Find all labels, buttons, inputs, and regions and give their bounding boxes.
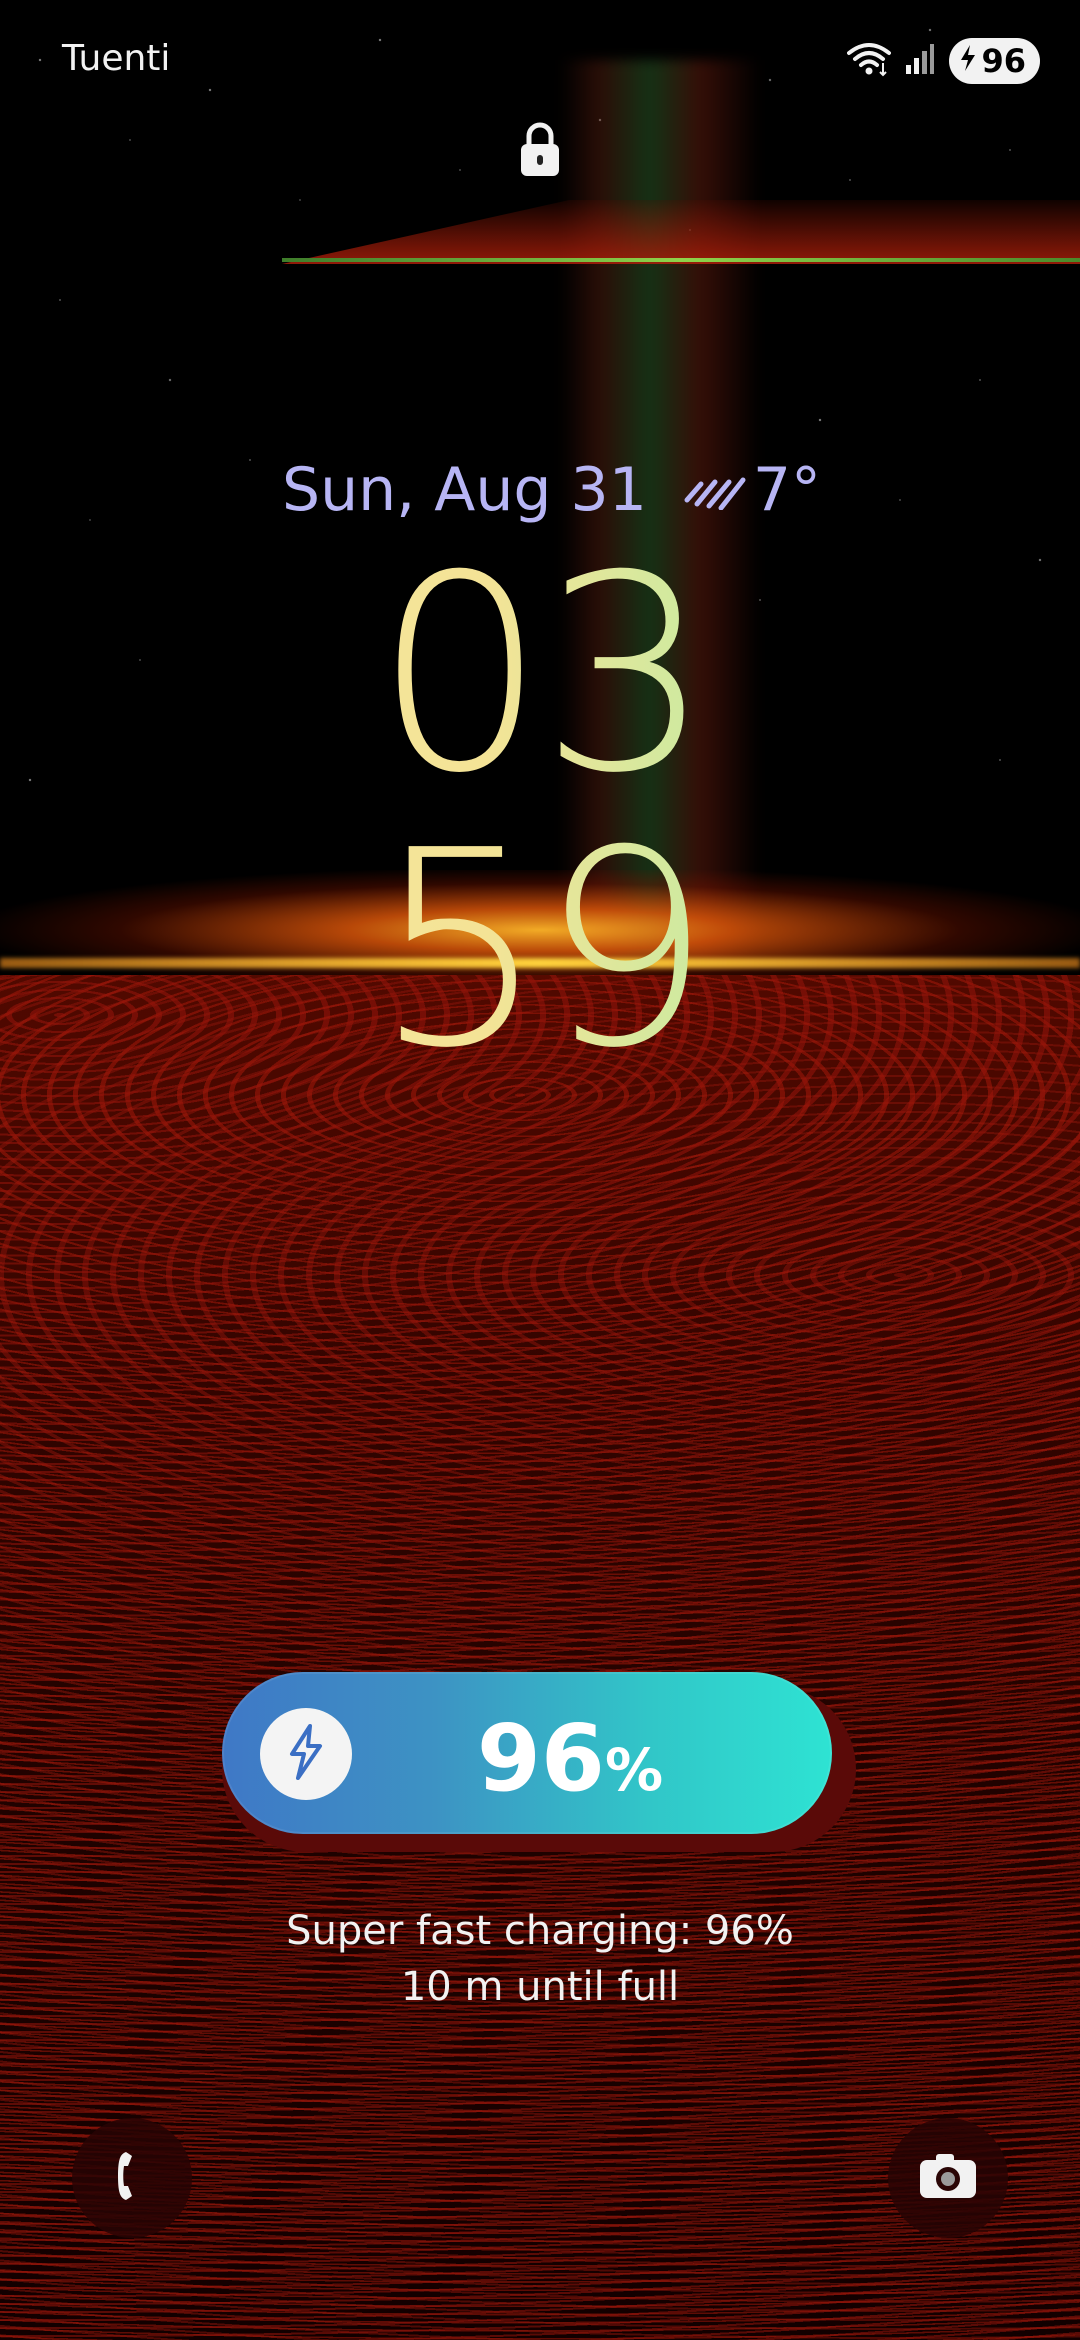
temperature-text: 7° (752, 455, 822, 525)
clock-hours[interactable]: 03 (0, 540, 1080, 810)
battery-indicator: 96 (949, 38, 1040, 84)
charging-bolt-icon (284, 1724, 328, 1784)
lock-screen: Tuenti 96 Sun, Aug 31 7° 03 59 96% Super… (0, 0, 1080, 2340)
wallpaper-spaceship-edge (282, 258, 1080, 262)
camera-shortcut-button[interactable] (888, 2118, 1008, 2238)
charging-bolt-badge (260, 1708, 352, 1800)
date-text: Sun, Aug 31 (282, 455, 647, 525)
rain-icon (683, 455, 747, 525)
charge-percent-unit: % (604, 1736, 664, 1804)
charging-time-remaining: 10 m until full (400, 1964, 680, 2010)
status-icons: 96 (847, 38, 1040, 84)
battery-level-text: 96 (981, 42, 1026, 80)
charging-status-text: Super fast charging: 96% (286, 1908, 794, 1954)
carrier-name: Tuenti (62, 38, 171, 79)
phone-icon (112, 2148, 152, 2208)
lock-icon[interactable] (518, 120, 562, 184)
date-weather-row[interactable]: Sun, Aug 31 7° (282, 455, 821, 525)
charge-percent: 96% (380, 1705, 760, 1812)
clock-minutes[interactable]: 59 (0, 815, 1080, 1085)
wifi-icon (847, 41, 892, 81)
charging-bolt-icon (959, 42, 977, 80)
phone-shortcut-button[interactable] (72, 2118, 192, 2238)
status-bar: Tuenti 96 (0, 0, 1080, 120)
weather[interactable]: 7° (683, 455, 821, 525)
signal-icon (905, 43, 935, 79)
charge-percent-number: 96 (476, 1705, 605, 1812)
camera-icon (918, 2152, 978, 2204)
